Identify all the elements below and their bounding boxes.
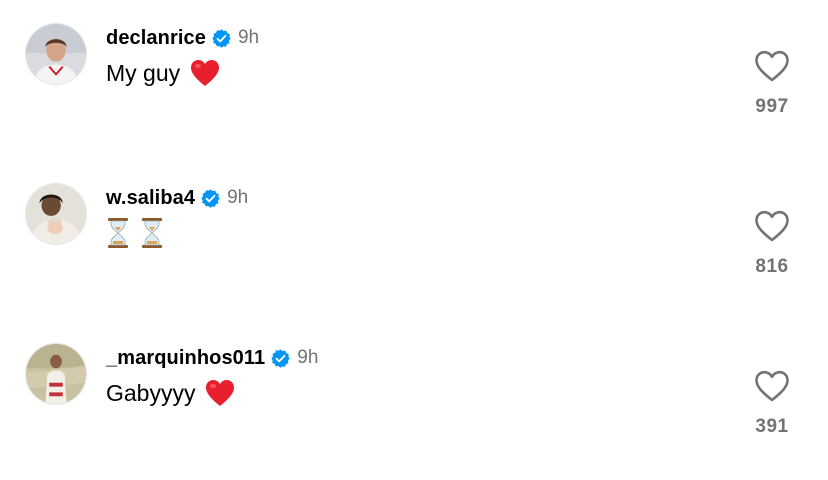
username[interactable]: w.saliba4 bbox=[106, 187, 195, 210]
red-heart-emoji-icon bbox=[190, 59, 220, 87]
like-count: 391 bbox=[755, 416, 789, 437]
comment-header: w.saliba4 9h bbox=[106, 185, 248, 211]
avatar-photo-icon bbox=[26, 24, 86, 84]
hourglass-emoji-icon bbox=[106, 217, 130, 249]
comment-header: declanrice 9h bbox=[106, 25, 259, 51]
red-heart-emoji-icon bbox=[205, 379, 235, 407]
avatar[interactable] bbox=[25, 23, 87, 85]
avatar-photo-icon bbox=[26, 344, 86, 404]
avatar[interactable] bbox=[25, 343, 87, 405]
comment-text: My guy bbox=[106, 56, 220, 90]
heart-outline-icon bbox=[755, 370, 789, 402]
username[interactable]: declanrice bbox=[106, 27, 206, 50]
comment-text-content: Gabyyyy bbox=[106, 379, 196, 406]
verified-badge-icon bbox=[211, 28, 232, 49]
comment-item: declanrice 9h My guy 997 bbox=[0, 0, 828, 160]
avatar[interactable] bbox=[25, 183, 87, 245]
verified-badge-icon bbox=[270, 348, 291, 369]
verified-badge-icon bbox=[200, 188, 221, 209]
comment-text bbox=[106, 216, 174, 250]
like-button[interactable] bbox=[754, 50, 790, 82]
comment-text-content: My guy bbox=[106, 59, 181, 86]
comment-header: _marquinhos011 9h bbox=[106, 345, 318, 371]
like-count: 816 bbox=[755, 256, 789, 277]
comment-timestamp: 9h bbox=[297, 347, 319, 368]
like-button[interactable] bbox=[754, 210, 790, 242]
comment-list: declanrice 9h My guy 997 w.saliba4 9h 81… bbox=[0, 0, 828, 452]
hourglass-emoji-icon bbox=[140, 217, 164, 249]
comment-item: _marquinhos011 9h Gabyyyy 391 bbox=[0, 320, 828, 480]
comment-timestamp: 9h bbox=[237, 27, 260, 48]
avatar-photo-icon bbox=[26, 184, 86, 244]
like-count: 997 bbox=[755, 96, 789, 117]
heart-outline-icon bbox=[755, 210, 789, 242]
like-button[interactable] bbox=[754, 370, 790, 402]
username[interactable]: _marquinhos011 bbox=[106, 347, 265, 370]
heart-outline-icon bbox=[755, 50, 789, 82]
comment-text: Gabyyyy bbox=[106, 376, 235, 410]
comment-timestamp: 9h bbox=[227, 187, 249, 208]
comment-item: w.saliba4 9h 816 bbox=[0, 160, 828, 320]
